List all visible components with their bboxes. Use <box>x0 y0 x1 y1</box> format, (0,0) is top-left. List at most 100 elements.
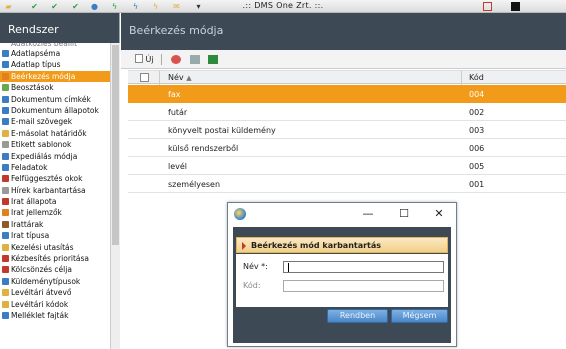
delete-icon[interactable] <box>171 55 181 64</box>
close-icon[interactable]: ✕ <box>427 206 451 222</box>
grid-header: Név ▲ Kód <box>128 70 566 85</box>
toolbar-separator <box>161 54 162 65</box>
sidebar-item-icon <box>2 186 9 194</box>
sidebar-item-icon <box>2 72 9 80</box>
name-field-label: Név *: <box>243 262 268 271</box>
table-row[interactable]: külső rendszerből 006 <box>128 139 566 157</box>
dialog-header-label: Beérkezés mód karbantartás <box>251 241 382 250</box>
sidebar-item[interactable]: Beérkezés módja <box>0 70 110 83</box>
sidebar-item[interactable]: Hírek karbantartása <box>0 185 110 196</box>
sidebar-item-icon <box>2 300 9 308</box>
sidebar-item[interactable]: Irat állapota <box>0 196 110 207</box>
sidebar-item-label: Feladatok <box>11 162 48 172</box>
sidebar-item[interactable]: Irat típusa <box>0 230 110 241</box>
column-separator <box>159 71 160 85</box>
column-header-code[interactable]: Kód <box>469 73 484 82</box>
restore-icon[interactable] <box>483 2 492 11</box>
sidebar-item-icon <box>2 266 9 274</box>
sidebar-item[interactable]: Irat jellemzők <box>0 207 110 218</box>
dialog-header: Beérkezés mód karbantartás <box>236 237 448 253</box>
sidebar-item[interactable]: Levéltári átvevő <box>0 287 110 298</box>
sidebar-item[interactable]: E-másolat határidők <box>0 128 110 139</box>
sidebar-item[interactable]: Kézbesítés prioritása <box>0 253 110 264</box>
table-row[interactable]: személyesen 001 <box>128 175 566 193</box>
sidebar-item-label: Irattárak <box>11 219 44 229</box>
sidebar-item-label: E-mail szövegek <box>11 117 73 127</box>
sidebar-item-label: Levéltári kódok <box>11 299 69 309</box>
print-icon[interactable] <box>190 55 200 64</box>
sidebar-item[interactable]: Küldeménytípusok <box>0 276 110 287</box>
dialog-titlebar[interactable]: — ☐ ✕ <box>228 203 456 227</box>
sidebar-item-icon <box>2 129 9 137</box>
row-name-cell: személyesen <box>168 180 221 189</box>
sidebar-item[interactable]: Felfüggesztés okok <box>0 173 110 184</box>
sidebar-item[interactable]: Levéltári kódok <box>0 299 110 310</box>
table-row[interactable]: könyvelt postai küldemény 003 <box>128 121 566 139</box>
scrollbar-thumb[interactable] <box>112 45 119 245</box>
sidebar-item-label: Küldeménytípusok <box>11 276 81 286</box>
ok-button[interactable]: Rendben <box>327 309 388 323</box>
sidebar-item[interactable]: Adatlapséma <box>0 48 110 59</box>
sidebar-item[interactable]: Feladatok <box>0 162 110 173</box>
row-code-cell: 005 <box>469 162 485 171</box>
edit-dialog: — ☐ ✕ Beérkezés mód karbantartás Név *: … <box>227 202 457 347</box>
sort-ascending-icon: ▲ <box>186 74 192 82</box>
sidebar-item-label: Beosztások <box>11 83 54 93</box>
table-row[interactable]: futár 002 <box>128 103 566 121</box>
sidebar-item-icon <box>2 220 9 228</box>
row-code-cell: 002 <box>469 108 485 117</box>
maximize-icon[interactable]: ☐ <box>392 206 416 222</box>
sidebar-item-icon <box>2 141 9 149</box>
sidebar-item-label: Levéltári átvevő <box>11 288 72 298</box>
sidebar-item[interactable]: E-mail szövegek <box>0 116 110 127</box>
code-field[interactable] <box>283 280 444 292</box>
row-name-cell: külső rendszerből <box>168 144 239 153</box>
sidebar-scrollbar[interactable] <box>110 43 120 349</box>
table-row[interactable]: fax 004 <box>128 85 566 103</box>
column-separator <box>461 71 462 85</box>
sidebar-item[interactable]: Kezelési utasítás <box>0 242 110 253</box>
column-name-label: Név <box>168 73 184 82</box>
sidebar-item-label: E-másolat határidők <box>11 128 87 138</box>
sidebar-item-label: Adatlap típus <box>11 60 61 70</box>
new-document-icon <box>135 54 143 63</box>
row-name-cell: könyvelt postai küldemény <box>168 126 276 135</box>
sidebar-item[interactable]: Melléklet fajták <box>0 310 110 321</box>
sidebar-item-icon <box>2 84 9 92</box>
window-title: .:: DMS One Zrt. ::. <box>242 1 324 10</box>
excel-export-icon[interactable] <box>208 55 218 64</box>
name-field[interactable] <box>283 261 444 273</box>
sidebar-item-label: Adatlapséma <box>11 49 61 58</box>
sidebar-item-icon <box>2 289 9 297</box>
sidebar-item[interactable]: Kölcsönzés célja <box>0 264 110 275</box>
table-row[interactable]: levél 005 <box>128 157 566 175</box>
sidebar-item-icon <box>2 50 9 57</box>
row-code-cell: 003 <box>469 126 485 135</box>
select-all-checkbox[interactable] <box>140 73 149 82</box>
sidebar-item[interactable]: Dokumentum állapotok <box>0 105 110 116</box>
sidebar-item-label: Melléklet fajták <box>11 310 69 320</box>
sidebar-item-label: Irat jellemzők <box>11 208 62 218</box>
sidebar-item[interactable]: Beosztások <box>0 82 110 93</box>
minimize-icon[interactable]: — <box>356 206 380 222</box>
sidebar-item[interactable]: Irattárak <box>0 219 110 230</box>
sidebar-item-icon <box>2 198 9 206</box>
sidebar-item[interactable]: Dokumentum címkék <box>0 94 110 105</box>
sidebar-item[interactable]: Adatlap típus <box>0 59 110 70</box>
row-name-cell: levél <box>168 162 188 171</box>
page-title: Beérkezés módja <box>121 13 566 50</box>
cancel-button[interactable]: Mégsem <box>391 309 448 323</box>
sidebar-item[interactable]: Expediálás módja <box>0 151 110 162</box>
stop-icon[interactable] <box>511 2 520 11</box>
column-header-name[interactable]: Név ▲ <box>168 73 192 82</box>
new-button[interactable]: Új <box>135 54 154 65</box>
sidebar-item-label: Kézbesítés prioritása <box>11 254 90 264</box>
sidebar-item-label: Beérkezés módja <box>11 71 76 81</box>
sidebar-list: Adatközlés beállít Adatlapséma Adatlap tí… <box>0 43 110 349</box>
sidebar-item[interactable]: Etikett sablonok <box>0 139 110 150</box>
row-name-cell: fax <box>168 90 181 99</box>
sidebar-item-label: Dokumentum állapotok <box>11 105 99 115</box>
sidebar-item-label: Irat típusa <box>11 231 50 241</box>
sidebar-item-icon <box>2 118 9 126</box>
sidebar-item-label: Expediálás módja <box>11 151 78 161</box>
